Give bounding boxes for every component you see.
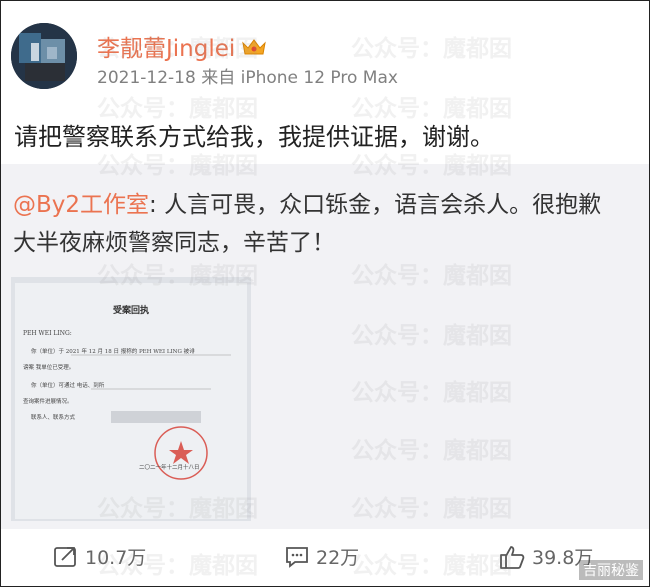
mention-link[interactable]: @By2工作室 (13, 192, 149, 218)
weibo-post-card: 李靓蕾Jinglei 2021-12-18 来自 iPhone 12 Pro M… (0, 0, 650, 587)
post-header: 李靓蕾Jinglei 2021-12-18 来自 iPhone 12 Pro M… (1, 1, 649, 104)
post-source: 来自 iPhone 12 Pro Max (201, 68, 398, 88)
case-receipt-image[interactable]: 受案回执 PEH WEI LING: 你（单位）于 2021 年 12 月 18… (11, 277, 251, 521)
comment-count: 22万 (316, 547, 360, 569)
redacted-blur (111, 411, 201, 423)
repost-text-line1: : 人言可畏，众口铄金，语言会杀人。很抱歉 (149, 192, 602, 218)
action-bar: 10.7万 22万 39.8万 (1, 531, 649, 586)
thumbs-up-icon (500, 545, 525, 569)
doc-line2: 你（单位）于 2021 年 12 月 18 日 报称的 PEH WEI LING… (31, 347, 195, 355)
user-avatar[interactable] (11, 23, 77, 89)
share-button[interactable]: 10.7万 (53, 543, 146, 570)
doc-line5: 查询案件进展情况。 (23, 397, 73, 405)
post-username[interactable]: 李靓蕾Jinglei (97, 29, 267, 63)
repost-block[interactable]: @By2工作室: 人言可畏，众口铄金，语言会杀人。很抱歉 大半夜麻烦警察同志，辛… (1, 164, 649, 529)
username-text[interactable]: 李靓蕾Jinglei (97, 36, 235, 62)
verified-crown-icon (241, 37, 267, 63)
share-icon (54, 546, 76, 567)
post-meta: 2021-12-18 来自 iPhone 12 Pro Max (97, 63, 398, 88)
doc-line6: 联系人、联系方式 (31, 413, 76, 421)
doc-line4: 你（单位）可通过 电话、到所 (31, 381, 105, 389)
repost-text: @By2工作室: 人言可畏，众口铄金，语言会杀人。很抱歉 大半夜麻烦警察同志，辛… (13, 186, 638, 262)
comment-icon (286, 546, 308, 568)
repost-text-line2: 大半夜麻烦警察同志，辛苦了！ (13, 230, 335, 256)
post-date[interactable]: 2021-12-18 (97, 68, 196, 88)
doc-line3: 谤案 我单位已受理。 (23, 363, 74, 371)
doc-title: 受案回执 (113, 304, 149, 316)
doc-line1: PEH WEI LING: (23, 330, 72, 337)
share-count: 10.7万 (85, 547, 147, 569)
corner-label: 吉丽秘鉴 (579, 560, 643, 580)
comment-button[interactable]: 22万 (284, 543, 359, 570)
doc-date: 二〇二一年十二月十八日 (139, 463, 200, 471)
post-body-text: 请把警察联系方式给我，我提供证据，谢谢。 (14, 123, 494, 151)
